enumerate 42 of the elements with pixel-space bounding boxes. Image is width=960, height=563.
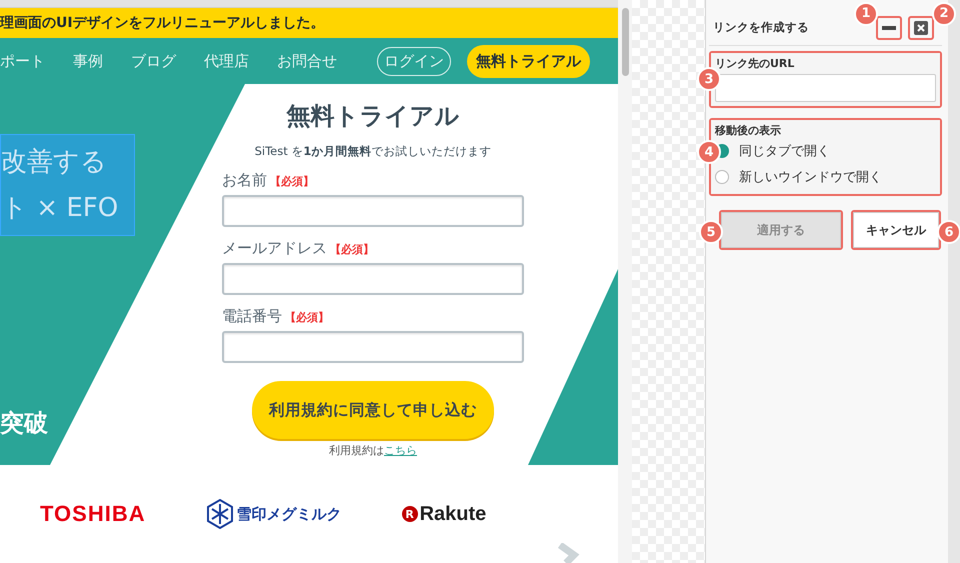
form-subtitle: SiTest を1か月間無料でお試しいただけます	[254, 144, 492, 159]
headline-text: 改善する	[1, 146, 108, 179]
nav-link[interactable]: ブログ	[131, 52, 176, 70]
terms-link[interactable]: こちら	[384, 443, 417, 458]
radio-button[interactable]	[715, 170, 729, 184]
dialog-title: リンクを作成する	[713, 20, 810, 35]
snowflake-icon	[206, 499, 234, 529]
field-label: お名前	[222, 171, 267, 190]
callout-number: 2	[932, 2, 956, 26]
input-field[interactable]	[222, 331, 524, 363]
hero-tagline: 突破	[0, 408, 49, 439]
field-label: 電話番号	[222, 307, 282, 326]
field-label: メールアドレス	[222, 239, 327, 258]
company-logo: Rakute	[420, 502, 486, 526]
terms-text: 利用規約は	[329, 443, 384, 458]
submit-button[interactable]: 利用規約に同意して申し込む	[252, 381, 494, 439]
minimize-icon	[882, 26, 896, 30]
group-label: 移動後の表示	[715, 123, 782, 138]
company-logo: TOSHIBA	[40, 501, 146, 527]
banner-text: 理画面のUIデザインをフルリニューアルしました。	[0, 14, 325, 32]
nav-link[interactable]: お問合せ	[277, 52, 337, 70]
nav-link[interactable]: ポート	[0, 52, 45, 70]
callout-number: 1	[854, 2, 878, 26]
nav-link[interactable]: 代理店	[204, 52, 249, 70]
form-title: 無料トライアル	[286, 101, 460, 132]
required-tag: 【必須】	[285, 310, 329, 325]
radio-option[interactable]: 新しいウインドウで開く	[715, 164, 936, 190]
logo-mark: R	[402, 506, 418, 522]
nav-link[interactable]: 事例	[73, 52, 103, 70]
chevron-right-icon[interactable]	[556, 543, 582, 563]
headline-text: ト × EFO	[1, 192, 120, 225]
close-icon	[914, 20, 928, 34]
login-button[interactable]: ログイン	[377, 46, 451, 76]
url-input[interactable]	[715, 74, 936, 102]
input-field[interactable]	[222, 195, 524, 227]
input-field[interactable]	[222, 263, 524, 295]
required-tag: 【必須】	[270, 174, 314, 189]
required-tag: 【必須】	[330, 242, 374, 257]
dialog-button[interactable]: キャンセル	[853, 212, 939, 248]
scrollbar-thumb[interactable]	[622, 8, 628, 76]
trial-button[interactable]: 無料トライアル	[467, 44, 590, 78]
company-logo: 雪印メグミルク	[236, 504, 342, 524]
